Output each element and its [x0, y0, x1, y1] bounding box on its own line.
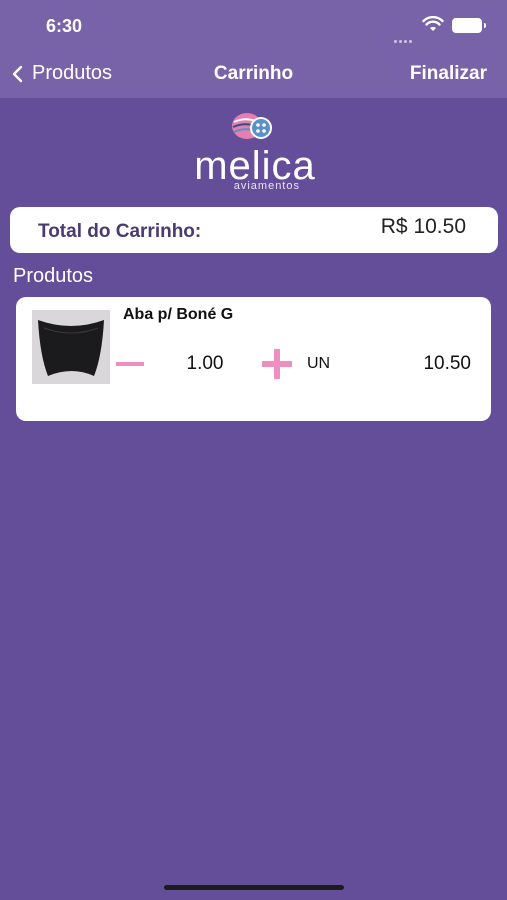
signal-dots-icon	[394, 30, 416, 43]
back-button-label: Produtos	[32, 62, 113, 84]
increase-quantity-button[interactable]	[262, 349, 292, 379]
logo-subtitle: aviamentos	[233, 180, 300, 192]
battery-icon	[452, 18, 486, 33]
cart-total-card: Total do Carrinho: R$ 10.50	[10, 207, 498, 253]
decrease-quantity-button[interactable]	[116, 352, 144, 376]
item-price: 10.50	[423, 353, 471, 374]
status-bar: 6:30	[0, 0, 507, 50]
logo-mark-icon	[232, 113, 272, 139]
products-section-title: Produtos	[13, 265, 94, 287]
cart-item[interactable]: Aba p/ Boné G 1.00 UN 10.50	[16, 297, 491, 421]
back-button[interactable]: Produtos	[10, 62, 112, 85]
item-quantity: 1.00	[186, 353, 224, 374]
visor-product-image	[32, 310, 110, 384]
cart-total-label: Total do Carrinho:	[38, 221, 202, 242]
navigation-bar: Produtos Carrinho Finalizar	[0, 50, 507, 98]
wifi-icon	[422, 16, 444, 31]
status-time: 6:30	[46, 16, 83, 36]
cart-total-value: R$ 10.50	[380, 215, 466, 238]
item-unit: UN	[307, 355, 331, 372]
brand-logo: melica aviamentos	[170, 110, 340, 194]
home-indicator	[164, 885, 344, 890]
chevron-left-icon	[12, 65, 23, 82]
finalize-button[interactable]: Finalizar	[410, 63, 487, 85]
item-name: Aba p/ Boné G	[123, 306, 234, 323]
